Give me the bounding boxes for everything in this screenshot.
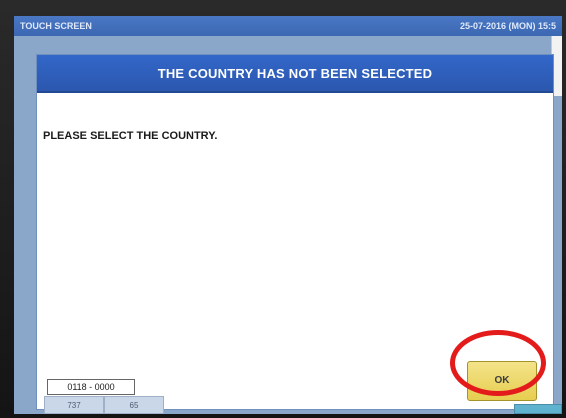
top-bar: TOUCH SCREEN 25-07-2016 (MON) 15:5 bbox=[14, 16, 562, 36]
bottom-tab-1[interactable]: 737 bbox=[44, 396, 104, 414]
top-bar-datetime: 25-07-2016 (MON) 15:5 bbox=[459, 21, 556, 31]
dialog-title: THE COUNTRY HAS NOT BEEN SELECTED bbox=[37, 55, 553, 93]
ok-button[interactable]: OK bbox=[467, 361, 537, 401]
alert-dialog: THE COUNTRY HAS NOT BEEN SELECTED PLEASE… bbox=[36, 54, 554, 410]
bottom-tab-2[interactable]: 65 bbox=[104, 396, 164, 414]
error-code: 0118 - 0000 bbox=[47, 379, 135, 395]
touch-screen: TOUCH SCREEN 25-07-2016 (MON) 15:5 THE C… bbox=[14, 16, 562, 414]
bottom-tabs: 737 65 bbox=[44, 396, 164, 414]
dialog-message: PLEASE SELECT THE COUNTRY. bbox=[43, 130, 218, 142]
top-bar-title: TOUCH SCREEN bbox=[20, 21, 92, 31]
bottom-right-button[interactable] bbox=[514, 404, 562, 414]
